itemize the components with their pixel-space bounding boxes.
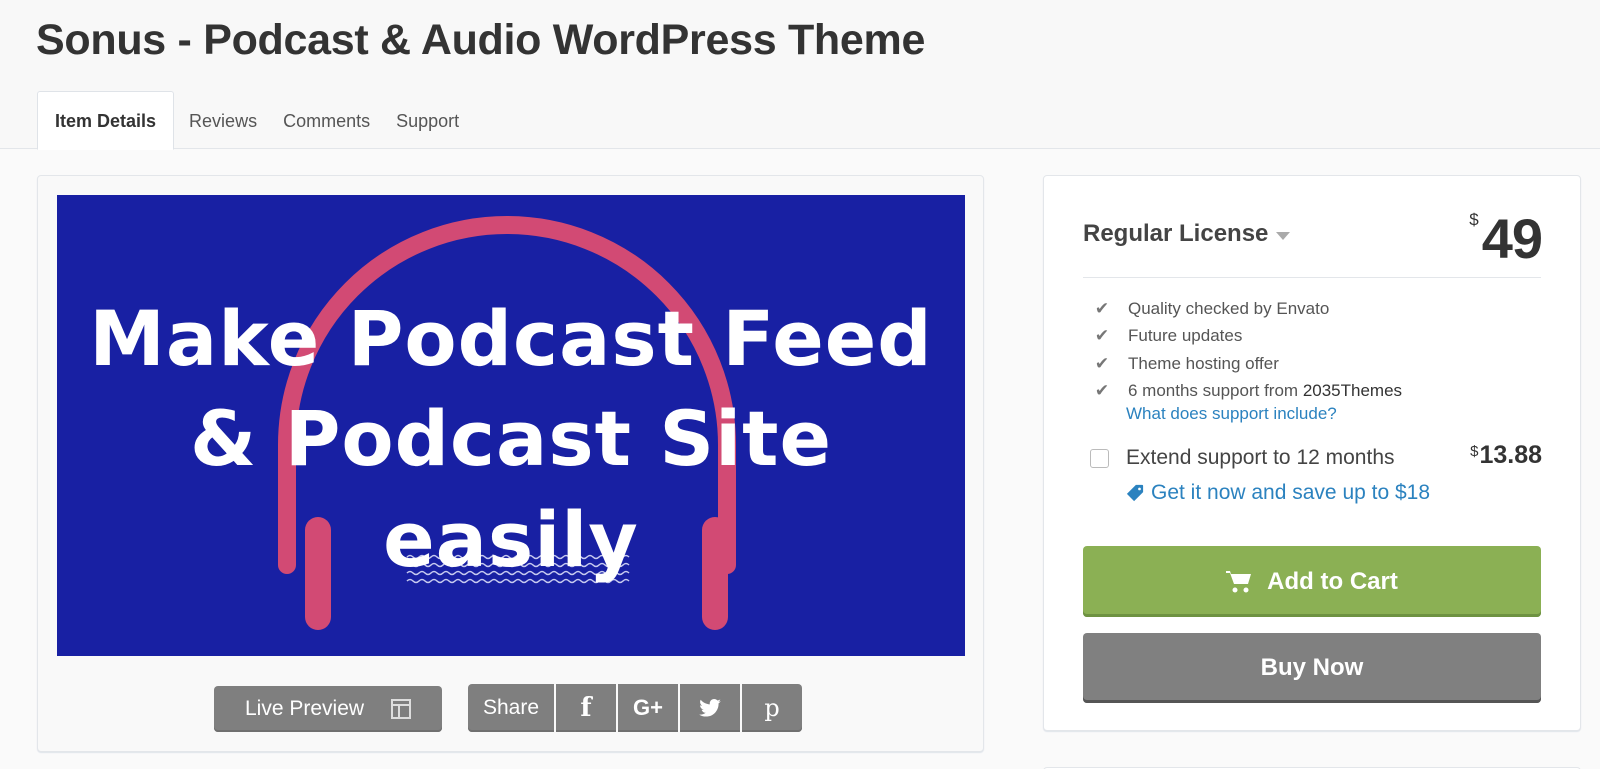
live-preview-button[interactable]: Live Preview — [214, 686, 442, 732]
license-select[interactable]: Regular License — [1083, 220, 1291, 248]
license-price: $ 49 — [1469, 206, 1543, 271]
buy-now-button[interactable]: Buy Now — [1083, 633, 1541, 703]
check-icon: ✔ — [1094, 353, 1110, 373]
facebook-icon: f — [580, 693, 592, 723]
share-google-plus-button[interactable]: G+ — [616, 684, 678, 732]
feature-text: Future updates — [1128, 326, 1243, 346]
layout-icon — [391, 699, 411, 719]
extend-support-label: Extend support to 12 months — [1126, 446, 1395, 469]
pinterest-icon: p — [764, 694, 780, 722]
twitter-icon — [699, 699, 721, 717]
share-facebook-button[interactable]: f — [554, 684, 616, 732]
add-to-cart-label: Add to Cart — [1267, 567, 1398, 595]
preview-headline-line-2: & Podcast Site — [189, 394, 833, 483]
check-icon: ✔ — [1094, 298, 1110, 318]
license-label: Regular License — [1083, 220, 1269, 247]
extend-price-amount: 13.88 — [1479, 441, 1542, 469]
check-icon: ✔ — [1094, 326, 1110, 346]
feature-item: ✔ 6 months support from 2035Themes — [1092, 378, 1402, 406]
extend-price-currency: $ — [1470, 443, 1479, 460]
page-title: Sonus - Podcast & Audio WordPress Theme — [36, 16, 926, 64]
feature-item: ✔ Theme hosting offer — [1092, 350, 1402, 378]
main-content: Make Podcast Feed & Podcast Site easily … — [0, 150, 1600, 769]
save-offer-text: Get it now and save up to $18 — [1151, 481, 1431, 504]
save-offer-link[interactable]: Get it now and save up to $18 — [1126, 481, 1430, 505]
tab-comments[interactable]: Comments — [270, 92, 383, 150]
feature-item: ✔ Future updates — [1092, 323, 1402, 351]
preview-image[interactable]: Make Podcast Feed & Podcast Site easily — [57, 195, 965, 656]
tab-support[interactable]: Support — [383, 92, 472, 150]
price-currency: $ — [1469, 210, 1479, 229]
share-pinterest-button[interactable]: p — [740, 684, 802, 732]
author-name: 2035Themes — [1302, 381, 1403, 401]
tag-icon — [1126, 484, 1144, 502]
feature-item: ✔ Quality checked by Envato — [1092, 295, 1402, 323]
tab-item-details[interactable]: Item Details — [37, 91, 175, 150]
extend-support-option: Extend support to 12 months — [1090, 446, 1395, 470]
share-group: Share f G+ p — [468, 684, 802, 732]
extend-support-checkbox[interactable] — [1090, 448, 1109, 468]
cart-icon — [1226, 570, 1252, 592]
preview-headline-line-1: Make Podcast Feed — [89, 294, 933, 383]
preview-card: Make Podcast Feed & Podcast Site easily … — [37, 175, 984, 752]
live-preview-label: Live Preview — [245, 697, 365, 720]
google-plus-icon: G+ — [633, 695, 663, 720]
share-label: Share — [468, 684, 554, 732]
preview-headline-line-3: easily — [383, 495, 639, 584]
price-amount: 49 — [1481, 207, 1543, 270]
feature-text: Quality checked by Envato — [1128, 298, 1330, 318]
tab-reviews[interactable]: Reviews — [176, 92, 270, 150]
feature-text: 6 months support from — [1128, 381, 1303, 401]
buy-now-label: Buy Now — [1260, 654, 1364, 681]
feature-list: ✔ Quality checked by Envato ✔ Future upd… — [1092, 295, 1402, 405]
extend-support-price: $ 13.88 — [1470, 441, 1542, 470]
share-twitter-button[interactable] — [678, 684, 740, 732]
page-header: Sonus - Podcast & Audio WordPress Theme … — [0, 0, 1600, 150]
divider — [1083, 277, 1541, 278]
feature-text: Theme hosting offer — [1128, 353, 1279, 373]
check-icon: ✔ — [1094, 381, 1110, 401]
support-info-link[interactable]: What does support include? — [1126, 404, 1337, 424]
item-tabs: Item Details Reviews Comments Support — [37, 91, 472, 150]
purchase-card: Regular License $ 49 ✔ Quality checked b… — [1043, 175, 1581, 731]
preview-actions: Live Preview Share f G+ p — [38, 684, 983, 732]
add-to-cart-button[interactable]: Add to Cart — [1083, 546, 1541, 617]
chevron-down-icon — [1276, 232, 1291, 240]
